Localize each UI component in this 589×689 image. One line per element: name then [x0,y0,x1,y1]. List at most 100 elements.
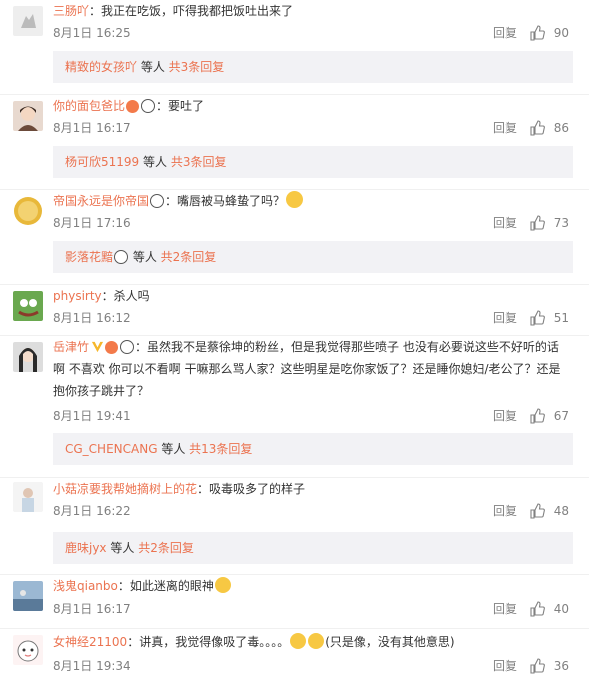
thumbs-up-icon [530,120,545,136]
comment-body: 如此迷离的眼神 [129,579,214,593]
replies-summary[interactable]: 杨可欣51199 等人 共3条回复 [53,146,573,178]
username-link[interactable]: 岳津竹 [53,340,89,354]
replies-count-link[interactable]: 共13条回复 [189,442,252,456]
timestamp: 8月1日 19:34 [53,659,131,673]
comment-text: 女神经21100：讲真，我觉得像吸了毒。。。。 (只是像，没有其他意思) [53,631,569,653]
username-link[interactable]: 你的面包爸比 [53,99,125,113]
avatar[interactable] [13,101,43,131]
thumbs-up-icon [530,25,545,41]
comment-text: 小菇凉要我帮她摘树上的花：吸毒吸多了的样子 [53,478,569,500]
like-button[interactable]: 36 [529,658,569,674]
cat-emoji-icon [214,577,231,593]
avatar[interactable] [13,581,43,611]
panda-emoji-icon [120,340,135,354]
divider [506,603,507,615]
separator: ： [135,340,148,354]
comment-body: 杀人吗 [113,289,150,303]
comment-body: 吸毒吸多了的样子 [209,482,306,496]
divider [506,217,507,229]
replies-mid: 等人 [157,442,190,456]
divider [506,312,507,324]
avatar[interactable] [13,482,43,512]
replies-mid: 等人 [129,250,161,264]
separator: ： [127,635,140,649]
replies-count-link[interactable]: 共2条回复 [161,250,217,264]
replies-count-link[interactable]: 共2条回复 [138,541,194,555]
divider [506,505,507,517]
panda-emoji-icon [150,194,165,208]
laughing-crying-emoji-icon [308,633,325,649]
thumbs-up-icon [530,601,545,617]
replies-summary[interactable]: 精致的女孩吖 等人 共3条回复 [53,51,573,83]
heart-badge-icon [105,341,119,354]
laughing-crying-emoji-icon [290,633,307,649]
divider [506,410,507,422]
like-button[interactable]: 51 [529,310,569,326]
reply-button[interactable]: 回复 [493,408,517,424]
comment-item: 浅鬼qianbo：如此迷离的眼神 8月1日 16:17 回复 40 [0,575,589,629]
reply-button[interactable]: 回复 [493,503,517,519]
thumbs-up-icon [530,215,545,231]
like-button[interactable]: 48 [529,503,569,519]
username-link[interactable]: 女神经21100 [53,635,127,649]
comment-text: 帝国永远是你帝国 ：嘴唇被马蜂蛰了吗？ [53,190,569,212]
username-link[interactable]: physirty [53,289,102,303]
comment-item: 帝国永远是你帝国 ：嘴唇被马蜂蛰了吗？ 8月1日 17:16 回复 73 影落花黯… [0,190,589,285]
thumbs-up-icon [530,503,545,519]
divider [506,660,507,672]
reply-user-link[interactable]: 精致的女孩吖 [65,60,137,74]
replies-summary[interactable]: 影落花黯 等人 共2条回复 [53,241,573,273]
comment-meta: 8月1日 16:17 回复 40 [53,601,569,617]
separator: ： [156,99,169,113]
reply-button[interactable]: 回复 [493,25,517,41]
reply-button[interactable]: 回复 [493,215,517,231]
avatar[interactable] [13,342,43,372]
like-button[interactable]: 90 [529,25,569,41]
username-link[interactable]: 浅鬼qianbo [53,579,118,593]
avatar[interactable] [13,196,43,226]
username-link[interactable]: 小菇凉要我帮她摘树上的花 [53,482,197,496]
comment-text: 浅鬼qianbo：如此迷离的眼神 [53,575,569,597]
comment-meta: 8月1日 19:34 回复 36 [53,658,569,674]
replies-summary[interactable]: 鹿味jyx 等人 共2条回复 [53,532,573,564]
comment-body: 嘴唇被马蜂蛰了吗？ [177,194,286,208]
like-button[interactable]: 67 [529,408,569,424]
reply-button[interactable]: 回复 [493,120,517,136]
reply-user-link[interactable]: 鹿味jyx [65,541,107,555]
comment-item: 三肠吖：我正在吃饭，吓得我都把饭吐出来了 8月1日 16:25 回复 90 精致… [0,0,589,95]
reply-user-link[interactable]: 杨可欣51199 [65,155,139,169]
comment-list: 三肠吖：我正在吃饭，吓得我都把饭吐出来了 8月1日 16:25 回复 90 精致… [0,0,589,689]
reply-button[interactable]: 回复 [493,658,517,674]
username-link[interactable]: 帝国永远是你帝国 [53,194,149,208]
like-button[interactable]: 40 [529,601,569,617]
comment-text: 三肠吖：我正在吃饭，吓得我都把饭吐出来了 [53,0,569,22]
avatar[interactable] [13,635,43,665]
panda-emoji-icon [114,250,129,264]
heart-badge-icon [126,100,140,113]
avatar[interactable] [13,291,43,321]
avatar[interactable] [13,6,43,36]
reply-button[interactable]: 回复 [493,601,517,617]
replies-mid: 等人 [139,155,171,169]
timestamp: 8月1日 19:41 [53,409,131,423]
reply-button[interactable]: 回复 [493,310,517,326]
comment-item: physirty：杀人吗 8月1日 16:12 回复 51 [0,285,589,336]
replies-summary[interactable]: CG_CHENCANG 等人 共13条回复 [53,433,573,465]
thumbs-up-icon [530,310,545,326]
comment-meta: 8月1日 16:17 回复 86 [53,120,569,136]
username-link[interactable]: 三肠吖 [53,4,89,18]
reply-user-link[interactable]: CG_CHENCANG [65,442,158,456]
comment-meta: 8月1日 16:22 回复 48 [53,503,569,519]
panda-emoji-icon [141,99,156,113]
reply-user-link[interactable]: 影落花黯 [65,250,113,264]
thinking-emoji-icon [286,191,304,208]
replies-count-link[interactable]: 共3条回复 [169,60,225,74]
comment-item: 小菇凉要我帮她摘树上的花：吸毒吸多了的样子 8月1日 16:22 回复 48 鹿… [0,478,589,575]
like-button[interactable]: 73 [529,215,569,231]
comment-item: 你的面包爸比 ：要吐了 8月1日 16:17 回复 86 杨可欣51199 等人 … [0,95,589,190]
comment-body-suffix: (只是像，没有其他意思) [325,635,455,649]
divider [506,27,507,39]
comment-text: 岳津竹 ：虽然我不是蔡徐坤的粉丝，但是我觉得那些喷子 也没有必要说这些不好听的话啊… [53,336,569,402]
like-button[interactable]: 86 [529,120,569,136]
replies-count-link[interactable]: 共3条回复 [171,155,227,169]
